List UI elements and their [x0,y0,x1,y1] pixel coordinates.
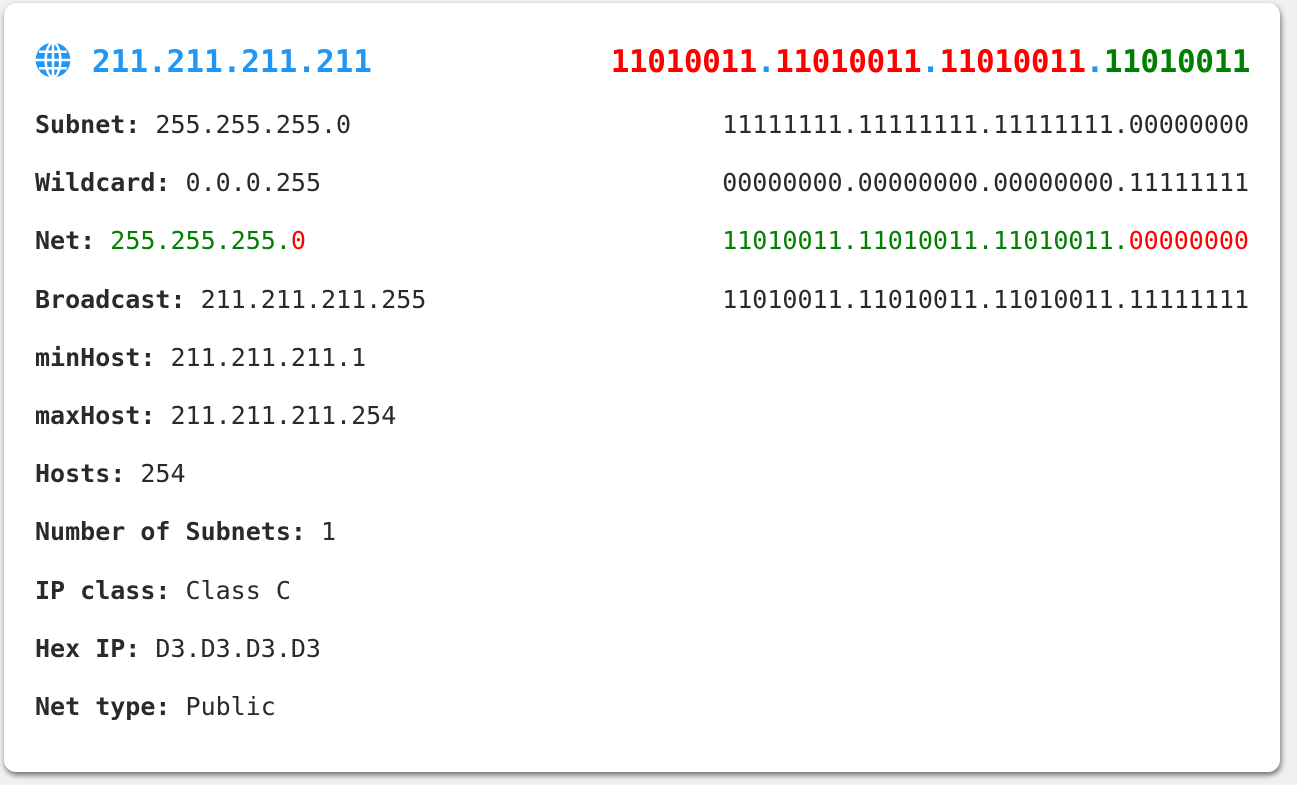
info-value: 255.255.255.0 [155,110,352,139]
info-value: Public [185,691,276,721]
ip-address-title: 211.211.211.211 [92,44,372,80]
ip-header: 211.211.211.211 11010011.11010011.110100… [34,39,1250,85]
info-label: Net type: [35,691,171,721]
info-label: minHost: [35,342,156,372]
info-row-net-type: Net type: Public [35,687,426,745]
info-value: 211.211.211.255 [200,284,427,314]
binary-list: 11111111.11111111.11111111.00000000 0000… [722,105,1249,338]
binary-broadcast: 11010011.11010011.11010011.11111111 [722,284,1249,314]
info-label: Wildcard: [35,168,171,198]
info-row-hosts: Hosts: 254 [35,454,426,512]
info-row-minhost: minHost: 211.211.211.1 [35,338,426,396]
info-label: Net: [35,226,96,256]
info-value: 211.211.211.1 [170,342,367,372]
info-row-maxhost: maxHost: 211.211.211.254 [35,396,426,454]
info-label: Hex IP: [35,633,141,663]
globe-icon [35,41,71,79]
binary-subnet: 11111111.11111111.11111111.00000000 [722,110,1249,139]
info-row-net: Net: 255.255.255.0 [35,221,426,279]
binary-host-part: 00000000 [1128,226,1249,256]
info-label: IP class: [35,575,171,605]
info-row-ip-class: IP class: Class C [35,571,426,629]
info-row-subnet: Subnet: 255.255.255.0 [35,105,426,163]
binary-octet-2: 11010011 [775,44,922,80]
info-row-wildcard: Wildcard: 0.0.0.255 [35,163,426,221]
info-label: maxHost: [35,400,156,430]
info-list: Subnet: 255.255.255.0 Wildcard: 0.0.0.25… [35,105,426,745]
info-value: 1 [321,517,337,547]
ip-binary-title: 11010011.11010011.11010011.11010011 [610,43,1251,81]
binary-dot: . [1085,44,1105,80]
info-value-net-part: 255.255.255. [110,226,291,256]
info-value: Class C [185,575,291,605]
info-label: Subnet: [35,110,141,139]
info-row-broadcast: Broadcast: 211.211.211.255 [35,280,426,338]
binary-octet-1: 11010011 [610,44,758,80]
binary-octet-3: 11010011 [939,44,1087,80]
binary-octet-4: 11010011 [1103,44,1251,80]
info-value: D3.D3.D3.D3 [155,633,321,663]
info-label: Broadcast: [35,284,186,314]
info-value: 211.211.211.254 [170,400,397,430]
info-value-host-part: 0 [290,226,306,256]
info-label: Number of Subnets: [35,517,306,547]
binary-net: 11010011.11010011.11010011.00000000 [722,221,1249,279]
binary-dot: . [756,44,776,80]
info-value: 254 [140,459,186,489]
info-row-hex-ip: Hex IP: D3.D3.D3.D3 [35,629,426,687]
ip-info-card: 211.211.211.211 11010011.11010011.110100… [4,3,1280,772]
binary-dot: . [921,44,940,80]
info-label: Hosts: [35,459,126,489]
info-row-subnet-count: Number of Subnets: 1 [35,512,426,570]
binary-wildcard: 00000000.00000000.00000000.11111111 [722,168,1249,198]
info-value: 0.0.0.255 [185,168,321,198]
binary-net-part: 11010011.11010011.11010011. [722,226,1129,256]
